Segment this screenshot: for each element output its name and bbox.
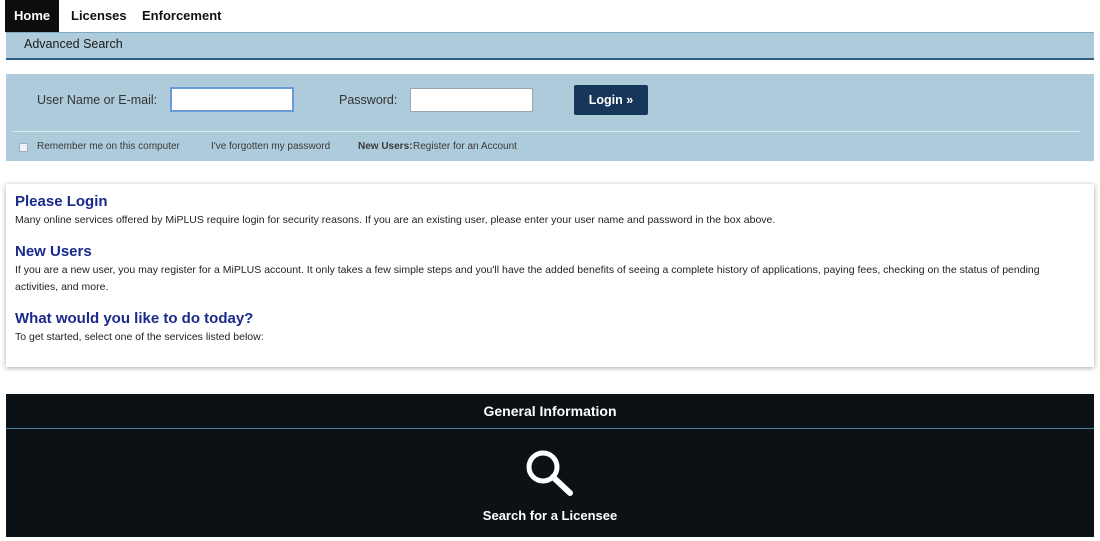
- login-panel: User Name or E-mail: Password: Login » R…: [6, 74, 1094, 161]
- please-login-heading: Please Login: [15, 193, 108, 210]
- general-information-panel: General Information Search for a License…: [6, 394, 1094, 537]
- new-users-text: If you are a new user, you may register …: [15, 264, 1040, 293]
- username-input[interactable]: [170, 87, 294, 112]
- advanced-search-link[interactable]: Advanced Search: [24, 37, 123, 51]
- tab-enforcement[interactable]: Enforcement: [142, 0, 221, 32]
- sub-navigation: Advanced Search: [6, 32, 1094, 60]
- top-navigation: Home Licenses Enforcement: [0, 0, 1100, 38]
- login-button[interactable]: Login »: [574, 85, 648, 115]
- tab-home[interactable]: Home: [5, 0, 60, 38]
- forgot-password-link[interactable]: I've forgotten my password: [211, 141, 330, 152]
- new-users-label: New Users:: [358, 141, 413, 152]
- todo-heading: What would you like to do today?: [15, 310, 254, 327]
- login-divider: [12, 131, 1080, 132]
- password-input[interactable]: [410, 88, 533, 112]
- info-panel: Please Login Many online services offere…: [6, 184, 1094, 367]
- password-label: Password:: [339, 93, 398, 107]
- username-label: User Name or E-mail:: [37, 93, 158, 107]
- please-login-text: Many online services offered by MiPLUS r…: [15, 214, 776, 226]
- todo-text: To get started, select one of the servic…: [15, 331, 264, 343]
- remember-me-label: Remember me on this computer: [37, 141, 180, 152]
- search-licensee-link[interactable]: Search for a Licensee: [6, 508, 1094, 523]
- search-icon[interactable]: [523, 449, 577, 497]
- tab-licenses[interactable]: Licenses: [71, 0, 127, 32]
- general-information-title: General Information: [6, 394, 1094, 429]
- new-users-heading: New Users: [15, 243, 92, 260]
- remember-me-checkbox[interactable]: [19, 143, 28, 152]
- register-link[interactable]: Register for an Account: [413, 141, 517, 152]
